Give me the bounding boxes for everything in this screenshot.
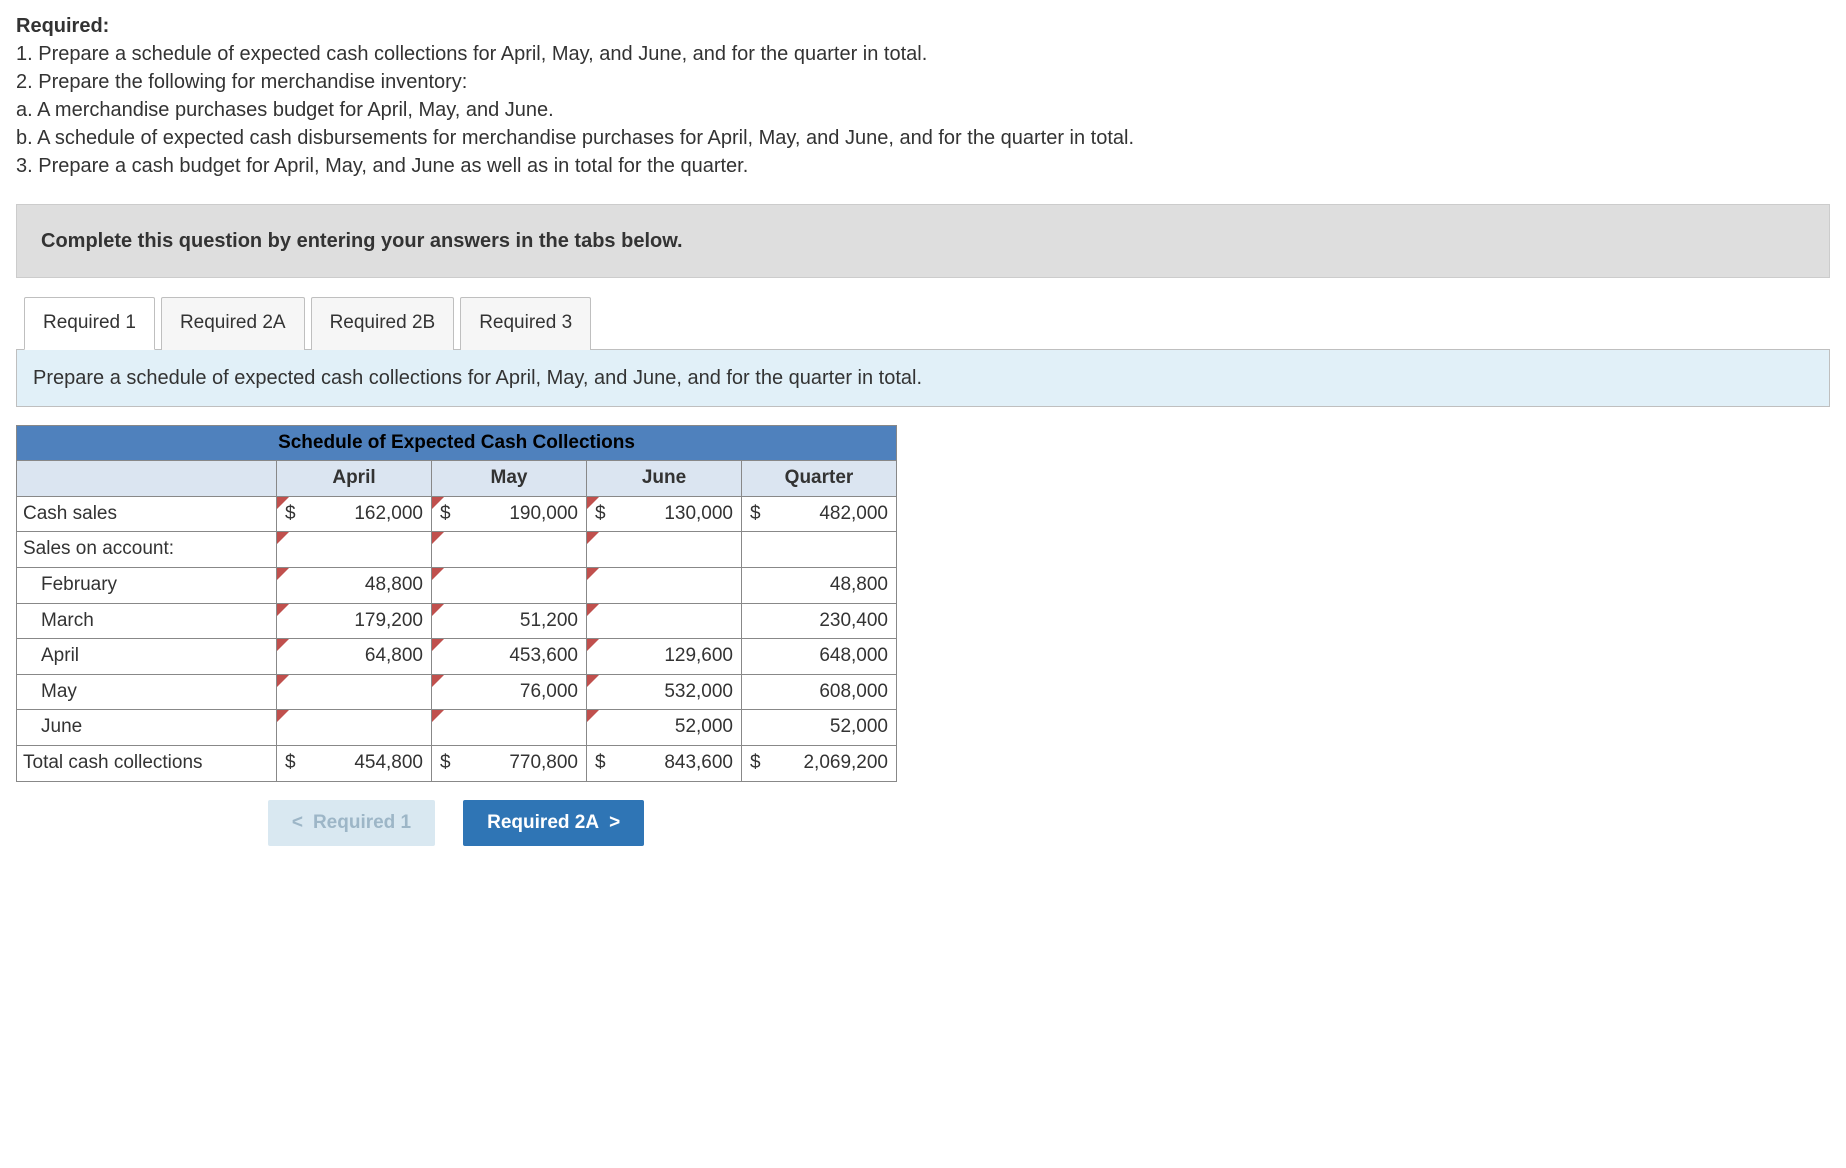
instructions-block: Required: 1. Prepare a schedule of expec… <box>16 12 1830 180</box>
cell-input[interactable] <box>432 567 587 603</box>
schedule-table: Schedule of Expected Cash Collections Ap… <box>16 425 897 782</box>
chevron-right-icon: > <box>609 810 620 837</box>
cell-input[interactable]: 51,200 <box>432 603 587 639</box>
row-label: Cash sales <box>17 496 277 532</box>
row-label: March <box>17 603 277 639</box>
cell-input[interactable] <box>432 710 587 746</box>
col-may: May <box>432 461 587 497</box>
cell-input[interactable] <box>587 567 742 603</box>
table-row: May 76,000 532,000 608,000 <box>17 674 897 710</box>
cell: $2,069,200 <box>742 745 897 781</box>
cell-input[interactable]: 48,800 <box>277 567 432 603</box>
tab-description: Prepare a schedule of expected cash coll… <box>16 349 1830 407</box>
cell-input[interactable]: $190,000 <box>432 496 587 532</box>
next-label: Required 2A <box>487 810 599 837</box>
cell-input[interactable]: $162,000 <box>277 496 432 532</box>
table-row: April 64,800 453,600 129,600 648,000 <box>17 639 897 675</box>
cell-input[interactable]: 64,800 <box>277 639 432 675</box>
cell-input[interactable] <box>277 674 432 710</box>
required-heading: Required: <box>16 12 1830 40</box>
row-label: Total cash collections <box>17 745 277 781</box>
row-label: April <box>17 639 277 675</box>
table-row: Total cash collections $454,800 $770,800… <box>17 745 897 781</box>
next-button[interactable]: Required 2A > <box>463 800 644 847</box>
table-row: February 48,800 48,800 <box>17 567 897 603</box>
instruction-line: b. A schedule of expected cash disbursem… <box>16 124 1830 152</box>
cell: $454,800 <box>277 745 432 781</box>
tab-required-3[interactable]: Required 3 <box>460 297 591 350</box>
cell: 608,000 <box>742 674 897 710</box>
cell-input[interactable] <box>432 532 587 568</box>
table-row: Sales on account: <box>17 532 897 568</box>
prompt-bar: Complete this question by entering your … <box>16 204 1830 278</box>
instruction-line: 3. Prepare a cash budget for April, May,… <box>16 152 1830 180</box>
cell-input[interactable]: 76,000 <box>432 674 587 710</box>
cell-input[interactable] <box>277 532 432 568</box>
row-label: June <box>17 710 277 746</box>
prev-button[interactable]: < Required 1 <box>268 800 435 847</box>
row-label: February <box>17 567 277 603</box>
table-title: Schedule of Expected Cash Collections <box>278 432 635 453</box>
cell: 648,000 <box>742 639 897 675</box>
col-june: June <box>587 461 742 497</box>
tab-required-1[interactable]: Required 1 <box>24 297 155 350</box>
cell <box>742 532 897 568</box>
cell: $770,800 <box>432 745 587 781</box>
cell: 230,400 <box>742 603 897 639</box>
tab-content: Schedule of Expected Cash Collections Ap… <box>16 407 1830 847</box>
nav-row: < Required 1 Required 2A > <box>16 800 896 847</box>
cell: $482,000 <box>742 496 897 532</box>
col-april: April <box>277 461 432 497</box>
col-quarter: Quarter <box>742 461 897 497</box>
tab-required-2a[interactable]: Required 2A <box>161 297 305 350</box>
cell: 48,800 <box>742 567 897 603</box>
cell-input[interactable]: 129,600 <box>587 639 742 675</box>
cell-input[interactable]: 532,000 <box>587 674 742 710</box>
cell-input[interactable] <box>277 710 432 746</box>
cell-input[interactable] <box>587 603 742 639</box>
instruction-line: 1. Prepare a schedule of expected cash c… <box>16 40 1830 68</box>
cell-input[interactable] <box>587 532 742 568</box>
row-label: Sales on account: <box>17 532 277 568</box>
tabs-row: Required 1 Required 2A Required 2B Requi… <box>16 296 1830 349</box>
cell: $843,600 <box>587 745 742 781</box>
cell: 52,000 <box>742 710 897 746</box>
cell-input[interactable]: 453,600 <box>432 639 587 675</box>
table-row: June 52,000 52,000 <box>17 710 897 746</box>
instruction-line: 2. Prepare the following for merchandise… <box>16 68 1830 96</box>
row-label: May <box>17 674 277 710</box>
prev-label: Required 1 <box>313 810 411 837</box>
table-row: March 179,200 51,200 230,400 <box>17 603 897 639</box>
instruction-line: a. A merchandise purchases budget for Ap… <box>16 96 1830 124</box>
table-row: Cash sales $162,000 $190,000 $130,000 $4… <box>17 496 897 532</box>
chevron-left-icon: < <box>292 810 303 837</box>
cell-input[interactable]: $130,000 <box>587 496 742 532</box>
cell-input[interactable]: 52,000 <box>587 710 742 746</box>
tab-required-2b[interactable]: Required 2B <box>311 297 455 350</box>
cell-input[interactable]: 179,200 <box>277 603 432 639</box>
